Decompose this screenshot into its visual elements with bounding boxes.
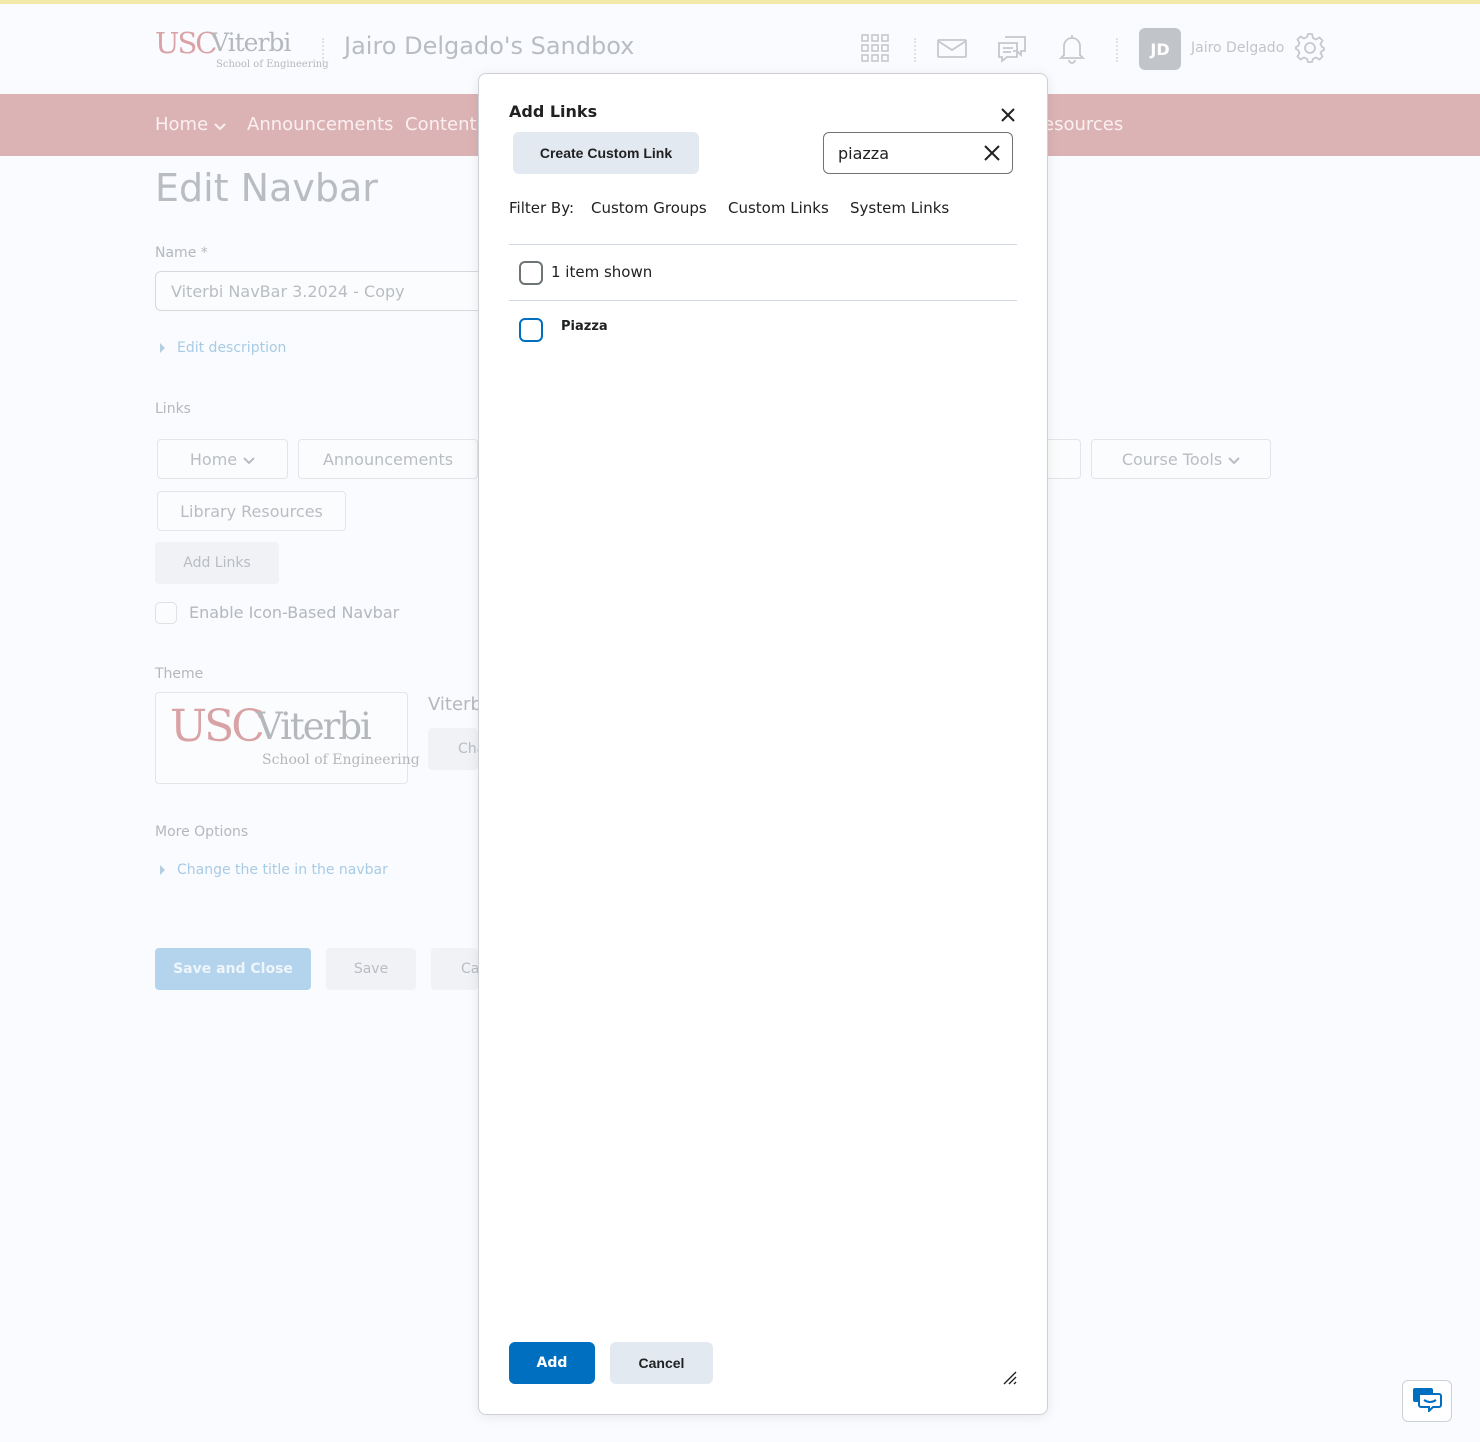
link-chip-label: Home xyxy=(189,449,238,469)
dialog-cancel-button[interactable]: Cancel xyxy=(610,1342,713,1384)
links-label: Links xyxy=(155,401,191,417)
link-chip-hidden[interactable] xyxy=(1046,439,1081,479)
list-divider xyxy=(509,300,1017,301)
header-separator xyxy=(322,38,324,62)
filter-by-label: Filter By: xyxy=(509,199,575,217)
logo-usc-text: USC xyxy=(155,26,217,60)
close-icon[interactable] xyxy=(997,104,1019,126)
org-unit-title[interactable]: Jairo Delgado's Sandbox xyxy=(344,32,634,60)
nav-item-label: Home xyxy=(155,114,209,135)
chevron-down-icon xyxy=(214,115,226,136)
item-checkbox-piazza[interactable] xyxy=(519,318,543,342)
gear-icon[interactable] xyxy=(1294,32,1326,64)
create-custom-link-button[interactable]: Create Custom Link xyxy=(513,132,699,174)
theme-preview: USC Viterbi School of Engineering xyxy=(155,692,420,784)
clear-search-icon[interactable] xyxy=(982,143,1002,163)
theme-logo-viterbi: Viterbi xyxy=(256,705,372,748)
page-title: Edit Navbar xyxy=(155,166,378,210)
user-name[interactable]: Jairo Delgado xyxy=(1191,40,1284,56)
theme-name: Viterb xyxy=(428,694,482,715)
logo-school-text: School of Engineering xyxy=(216,59,329,70)
change-theme-button[interactable]: Cha xyxy=(428,728,485,770)
theme-logo-school: School of Engineering xyxy=(262,752,420,768)
list-divider xyxy=(509,244,1017,245)
user-avatar[interactable]: JD xyxy=(1139,28,1181,70)
bell-icon[interactable] xyxy=(1056,32,1088,64)
nav-item-library-resources[interactable]: esources xyxy=(1043,114,1123,135)
filter-custom-links[interactable]: Custom Links xyxy=(728,199,829,217)
caret-right-icon xyxy=(160,865,165,875)
usc-viterbi-logo[interactable]: USC Viterbi School of Engineering xyxy=(155,26,329,74)
item-label-piazza: Piazza xyxy=(561,319,608,334)
add-links-button[interactable]: Add Links xyxy=(155,542,279,584)
enable-icon-navbar-label: Enable Icon-Based Navbar xyxy=(189,603,400,622)
chevron-down-icon xyxy=(243,450,255,469)
chat-icon[interactable] xyxy=(996,32,1028,64)
add-links-dialog: Add Links Create Custom Link Filter By: … xyxy=(478,73,1048,1415)
link-chip-course-tools[interactable]: Course Tools xyxy=(1091,439,1271,479)
logo-viterbi-text: Viterbi xyxy=(211,28,291,57)
nav-item-announcements[interactable]: Announcements xyxy=(247,114,393,135)
name-label: Name * xyxy=(155,245,208,261)
theme-logo-usc: USC xyxy=(170,701,265,752)
search-input[interactable] xyxy=(838,142,968,164)
nav-item-home[interactable]: Home xyxy=(155,114,226,136)
change-title-toggle[interactable]: Change the title in the navbar xyxy=(155,862,388,878)
name-field[interactable]: Viterbi NavBar 3.2024 - Copy xyxy=(155,271,495,311)
link-chip-label: Course Tools xyxy=(1121,449,1223,469)
more-options-label: More Options xyxy=(155,824,249,840)
link-chip-announcements[interactable]: Announcements xyxy=(298,439,478,479)
save-and-close-button[interactable]: Save and Close xyxy=(155,948,311,990)
enable-icon-navbar-checkbox[interactable] xyxy=(155,602,177,624)
add-button[interactable]: Add xyxy=(509,1342,595,1384)
theme-label: Theme xyxy=(155,666,204,682)
header-separator xyxy=(1116,38,1118,62)
resize-handle-icon[interactable] xyxy=(1003,1370,1017,1385)
change-title-label: Change the title in the navbar xyxy=(177,862,388,878)
cancel-button[interactable]: Ca xyxy=(431,948,479,990)
app-grid-icon[interactable] xyxy=(859,32,891,64)
chat-support-icon xyxy=(1411,1386,1443,1416)
help-chat-button[interactable] xyxy=(1402,1380,1452,1422)
edit-description-toggle[interactable]: Edit description xyxy=(155,340,286,356)
items-shown-count: 1 item shown xyxy=(551,263,653,281)
save-button[interactable]: Save xyxy=(326,948,416,990)
caret-right-icon xyxy=(160,343,165,353)
header-separator xyxy=(914,38,916,62)
edit-description-label: Edit description xyxy=(177,340,287,356)
select-all-checkbox[interactable] xyxy=(519,261,543,285)
nav-item-content[interactable]: Content xyxy=(405,114,477,135)
link-chip-home[interactable]: Home xyxy=(157,439,288,479)
mail-icon[interactable] xyxy=(936,32,968,64)
filter-custom-groups[interactable]: Custom Groups xyxy=(591,199,707,217)
chevron-down-icon xyxy=(1228,450,1240,469)
link-chip-library-resources[interactable]: Library Resources xyxy=(157,491,346,531)
filter-system-links[interactable]: System Links xyxy=(850,199,949,217)
dialog-title: Add Links xyxy=(509,102,598,121)
search-box xyxy=(823,132,1013,174)
